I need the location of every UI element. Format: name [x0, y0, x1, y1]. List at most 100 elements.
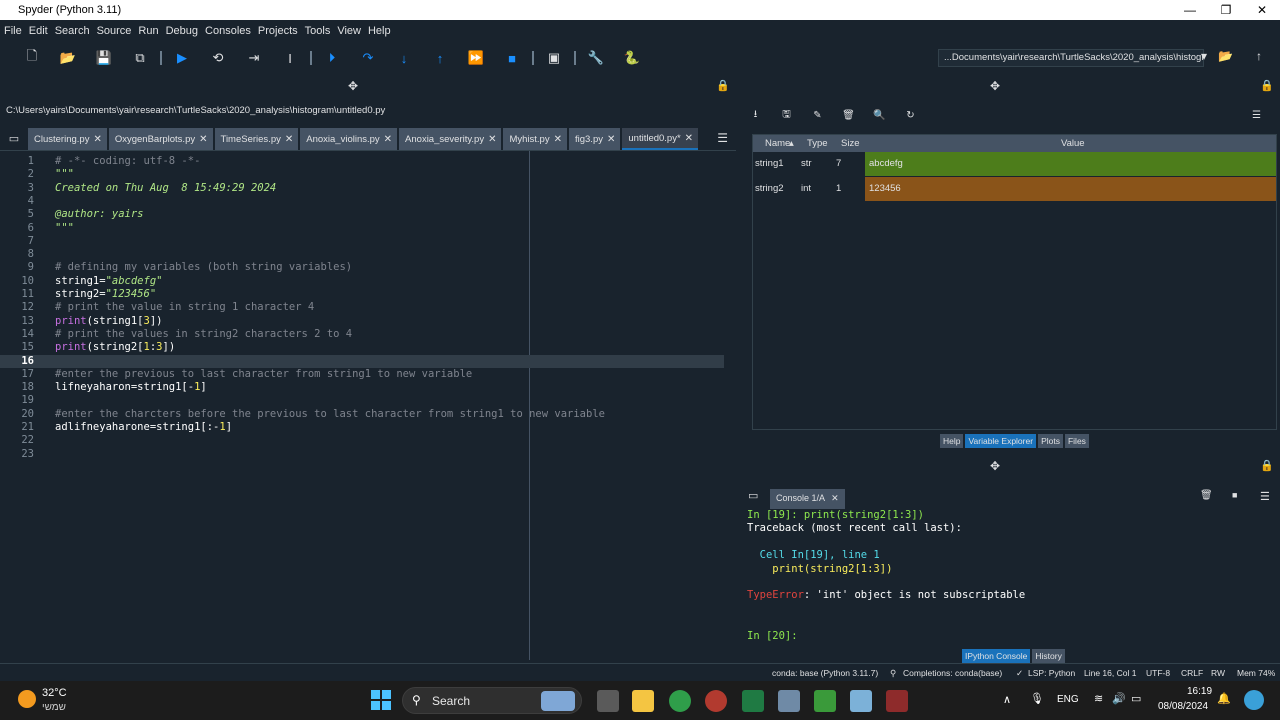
windows-start-icon[interactable] — [371, 690, 391, 710]
code-line[interactable]: 20 #enter the charcters before the previo… — [0, 408, 724, 421]
menu-source[interactable]: Source — [97, 25, 132, 37]
interrupt-kernel-icon[interactable]: ■ — [1232, 490, 1237, 500]
task-view-icon[interactable] — [597, 690, 619, 712]
maximize-pane-icon[interactable]: ▣ — [536, 46, 572, 70]
tab-anoxia-severity[interactable]: Anoxia_severity.py ✕ — [399, 128, 502, 150]
remove-all-icon[interactable]: 🗑 — [833, 110, 864, 121]
menu-tools[interactable]: Tools — [305, 25, 331, 37]
tab-clustering[interactable]: Clustering.py ✕ — [28, 128, 107, 150]
menu-view[interactable]: View — [337, 25, 361, 37]
step-return-icon[interactable]: ↑ — [422, 46, 458, 70]
code-line[interactable]: 23 — [0, 448, 724, 461]
close-icon[interactable]: ✕ — [199, 134, 207, 145]
code-line[interactable]: 7 — [0, 235, 724, 248]
code-line[interactable]: 16 — [0, 354, 724, 368]
save-all-icon[interactable]: ⧉ — [122, 46, 158, 70]
app-icon[interactable] — [778, 690, 800, 712]
menu-run[interactable]: Run — [138, 25, 158, 37]
save-data-icon[interactable]: 🖫 — [771, 107, 802, 124]
tab-variable-explorer[interactable]: Variable Explorer — [965, 434, 1037, 448]
code-line[interactable]: 13 print(string1[3]) — [0, 315, 724, 328]
minimize-button[interactable]: — — [1172, 0, 1208, 20]
menu-debug[interactable]: Debug — [166, 25, 198, 37]
lock-icon[interactable]: 🔒 — [1260, 79, 1274, 92]
move-pane-icon[interactable]: ✥ — [348, 79, 358, 93]
notifications-icon[interactable]: 🔔 — [1217, 692, 1231, 705]
tab-files[interactable]: Files — [1064, 434, 1089, 448]
debug-icon[interactable]: ⏵ — [314, 46, 350, 70]
tab-timeseries[interactable]: TimeSeries.py ✕ — [214, 128, 299, 150]
working-directory-field[interactable]: ...Documents\yair\research\TurtleSacks\2… — [938, 49, 1204, 67]
close-icon[interactable]: ✕ — [554, 134, 562, 145]
run-icon[interactable]: ▶ — [164, 46, 200, 70]
spyder-icon[interactable] — [886, 690, 908, 712]
weather-temperature[interactable]: 32°C — [42, 687, 67, 699]
weather-sun-icon[interactable] — [18, 690, 36, 708]
tab-help[interactable]: Help — [940, 434, 964, 448]
code-line[interactable]: 1 # -*- coding: utf-8 -*- — [0, 155, 724, 168]
refresh-icon[interactable]: ↻ — [895, 110, 926, 121]
lock-icon[interactable]: 🔒 — [716, 79, 730, 92]
column-header-size[interactable]: Size — [841, 138, 859, 149]
close-icon[interactable]: ✕ — [685, 133, 693, 144]
table-row[interactable]: string2 int 1 123456 — [753, 177, 1276, 201]
menu-file[interactable]: File — [4, 25, 22, 37]
browse-consoles-icon[interactable]: ▭ — [748, 489, 758, 502]
options-menu-icon[interactable]: ☰ — [1241, 110, 1272, 121]
table-row[interactable]: string1 str 7 abcdefg — [753, 152, 1276, 176]
close-icon[interactable]: ✕ — [607, 134, 615, 145]
parent-directory-icon[interactable]: ↑ — [1256, 49, 1262, 63]
close-icon[interactable]: ✕ — [831, 493, 839, 503]
tab-myhist[interactable]: Myhist.py ✕ — [503, 128, 567, 150]
language-indicator[interactable]: ENG — [1057, 694, 1079, 705]
code-line[interactable]: 17 #enter the previous to last character … — [0, 368, 724, 381]
menu-search[interactable]: Search — [55, 25, 90, 37]
chevron-down-icon[interactable]: ▾ — [1201, 49, 1207, 63]
tab-console-1a[interactable]: Console 1/A ✕ — [770, 489, 845, 509]
app-icon[interactable] — [814, 690, 836, 712]
clock-date[interactable]: 08/08/2024 — [1158, 701, 1208, 712]
code-line[interactable]: 21 adlifneyaharone=string1[:-1] — [0, 421, 724, 434]
code-line[interactable]: 4 — [0, 195, 724, 208]
code-line[interactable]: 10 string1="abcdefg" — [0, 275, 724, 288]
tab-anoxia-violins[interactable]: Anoxia_violins.py ✕ — [300, 128, 398, 150]
status-lsp[interactable]: LSP: Python — [1028, 668, 1075, 678]
step-over-icon[interactable]: ↷ — [350, 46, 386, 70]
step-into-icon[interactable]: ↓ — [386, 46, 422, 70]
column-header-name[interactable]: Name — [765, 138, 790, 149]
app-icon[interactable] — [705, 690, 727, 712]
new-file-icon[interactable]: 🗋 — [14, 46, 50, 70]
close-icon[interactable]: ✕ — [93, 134, 101, 145]
volume-icon[interactable]: 🔊 — [1112, 692, 1126, 705]
browse-tabs-icon[interactable]: ▭ — [0, 132, 28, 145]
close-button[interactable]: ✕ — [1244, 0, 1280, 20]
import-data-icon[interactable]: ⭳ — [740, 107, 771, 124]
clock-time[interactable]: 16:19 — [1187, 686, 1212, 697]
close-icon[interactable]: ✕ — [384, 134, 392, 145]
save-icon[interactable]: 💾 — [86, 46, 122, 70]
code-line[interactable]: 22 — [0, 434, 724, 447]
code-line[interactable]: 12 # print the value in string 1 characte… — [0, 301, 724, 314]
stop-icon[interactable]: ■ — [494, 46, 530, 70]
code-line[interactable]: 6 """ — [0, 222, 724, 235]
tab-untitled0[interactable]: untitled0.py* ✕ — [622, 128, 699, 150]
code-line[interactable]: 18 lifneyaharon=string1[-1] — [0, 381, 724, 394]
save-data-as-icon[interactable]: ✎ — [802, 110, 833, 121]
wifi-icon[interactable]: ≋ — [1094, 692, 1103, 705]
open-file-icon[interactable]: 📂 — [50, 46, 86, 70]
chevron-up-icon[interactable]: ∧ — [1003, 693, 1011, 706]
code-line[interactable]: 3 Created on Thu Aug 8 15:49:29 2024 — [0, 182, 724, 195]
lock-icon[interactable]: 🔒 — [1260, 459, 1274, 472]
menu-consoles[interactable]: Consoles — [205, 25, 251, 37]
code-line[interactable]: 14 # print the values in string2 characte… — [0, 328, 724, 341]
status-env[interactable]: conda: base (Python 3.11.7) — [772, 668, 878, 678]
continue-icon[interactable]: ⏩ — [458, 46, 494, 70]
code-line[interactable]: 5 @author: yairs — [0, 208, 724, 221]
browse-folder-icon[interactable]: 📂 — [1218, 49, 1233, 63]
app-icon[interactable] — [850, 690, 872, 712]
tab-oxygen-barplots[interactable]: OxygenBarplots.py ✕ — [108, 128, 213, 150]
move-pane-icon[interactable]: ✥ — [990, 459, 1000, 473]
code-line[interactable]: 15 print(string2[1:3]) — [0, 341, 724, 354]
preferences-wrench-icon[interactable]: 🔧 — [578, 46, 614, 70]
menu-help[interactable]: Help — [368, 25, 391, 37]
